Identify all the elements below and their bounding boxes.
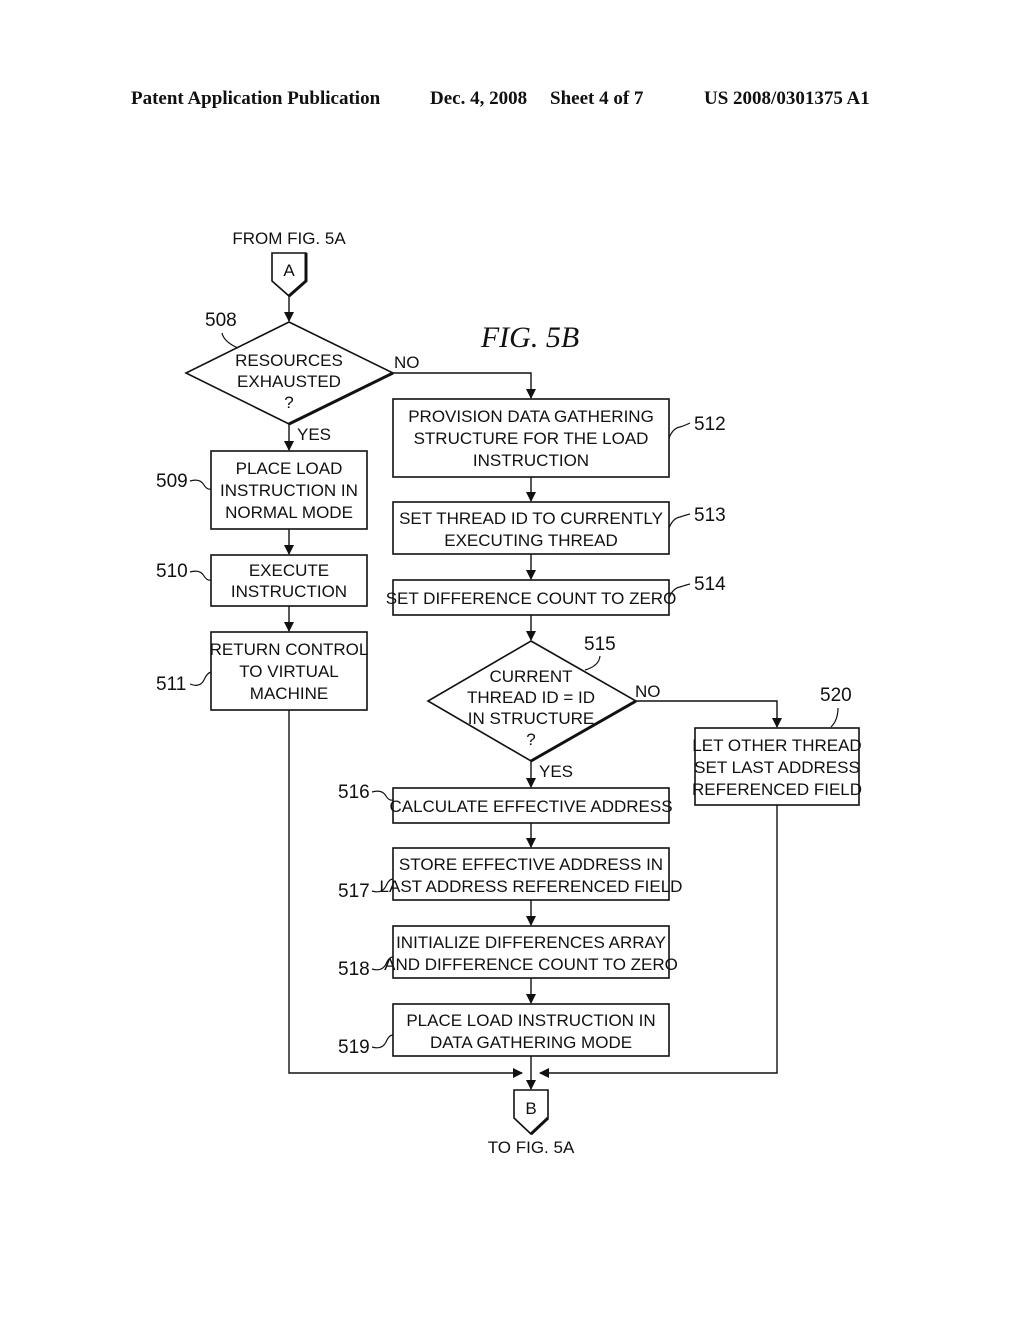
leader-519 [371,1034,394,1049]
ref-512: 512 [694,414,726,435]
ref-515: 515 [584,634,616,655]
svg-text:LAST ADDRESS REFERENCED FIELD: LAST ADDRESS REFERENCED FIELD [380,877,683,896]
svg-text:SET THREAD ID TO CURRENTLY: SET THREAD ID TO CURRENTLY [399,509,663,528]
ref-518: 518 [338,959,370,980]
svg-text:SET DIFFERENCE COUNT TO ZERO: SET DIFFERENCE COUNT TO ZERO [386,589,677,608]
svg-text:INITIALIZE DIFFERENCES ARRAY: INITIALIZE DIFFERENCES ARRAY [396,933,666,952]
svg-text:REFERENCED FIELD: REFERENCED FIELD [692,780,862,799]
ref-514: 514 [694,574,726,595]
svg-text:?: ? [526,730,535,749]
svg-text:CALCULATE EFFECTIVE ADDRESS: CALCULATE EFFECTIVE ADDRESS [389,797,672,816]
svg-text:INSTRUCTION IN: INSTRUCTION IN [220,481,358,500]
d508-yes-label: YES [297,425,331,444]
d508-no-label: NO [394,353,420,372]
svg-text:THREAD ID = ID: THREAD ID = ID [467,688,595,707]
svg-text:EXECUTING THREAD: EXECUTING THREAD [444,531,618,550]
step-514: SET DIFFERENCE COUNT TO ZERO [386,579,677,616]
step-513: SET THREAD ID TO CURRENTLY EXECUTING THR… [392,501,670,555]
svg-text:STRUCTURE FOR THE LOAD: STRUCTURE FOR THE LOAD [414,429,649,448]
step-511: RETURN CONTROL TO VIRTUAL MACHINE [210,631,369,711]
arrow-508-no [393,372,536,399]
svg-text:EXHAUSTED: EXHAUSTED [237,372,341,391]
ref-520: 520 [820,685,852,706]
svg-text:STORE EFFECTIVE ADDRESS IN: STORE EFFECTIVE ADDRESS IN [399,855,663,874]
connector-a-letter: A [283,261,295,280]
step-520: LET OTHER THREAD SET LAST ADDRESS REFERE… [692,727,862,806]
step-518: INITIALIZE DIFFERENCES ARRAY AND DIFFERE… [384,925,678,979]
ref-519: 519 [338,1037,370,1058]
step-510: EXECUTE INSTRUCTION [210,554,368,607]
leader-515 [584,655,601,671]
step-512: PROVISION DATA GATHERING STRUCTURE FOR T… [392,398,670,478]
ref-513: 513 [694,505,726,526]
svg-text:TO VIRTUAL: TO VIRTUAL [239,662,339,681]
ref-510: 510 [156,561,188,582]
leader-520 [830,707,839,728]
svg-text:IN STRUCTURE: IN STRUCTURE [468,709,595,728]
svg-text:PLACE LOAD: PLACE LOAD [236,459,343,478]
svg-text:MACHINE: MACHINE [250,684,328,703]
svg-text:NORMAL MODE: NORMAL MODE [225,503,353,522]
ref-509: 509 [156,471,188,492]
leader-511 [189,671,212,686]
connector-a: A [271,252,308,298]
svg-text:LET OTHER THREAD: LET OTHER THREAD [692,736,861,755]
arrow-515-no [636,700,782,728]
svg-text:INSTRUCTION: INSTRUCTION [473,451,589,470]
svg-text:AND DIFFERENCE COUNT TO ZERO: AND DIFFERENCE COUNT TO ZERO [384,955,678,974]
leader-510 [189,570,212,581]
ref-516: 516 [338,782,370,803]
svg-text:RESOURCES: RESOURCES [235,351,343,370]
leader-513 [668,513,691,529]
ref-508: 508 [205,310,237,331]
svg-text:DATA GATHERING MODE: DATA GATHERING MODE [430,1033,632,1052]
decision-515: CURRENT THREAD ID = ID IN STRUCTURE ? [426,640,638,763]
ref-517: 517 [338,881,370,902]
svg-text:INSTRUCTION: INSTRUCTION [231,582,347,601]
svg-text:?: ? [284,393,293,412]
svg-text:PLACE LOAD INSTRUCTION IN: PLACE LOAD INSTRUCTION IN [406,1011,655,1030]
d515-yes-label: YES [539,762,573,781]
step-516: CALCULATE EFFECTIVE ADDRESS [389,787,673,824]
leader-509 [189,479,212,490]
step-519: PLACE LOAD INSTRUCTION IN DATA GATHERING… [392,1003,670,1057]
leader-512 [668,422,691,439]
svg-text:PROVISION DATA GATHERING: PROVISION DATA GATHERING [408,407,654,426]
d515-no-label: NO [635,682,661,701]
step-509: PLACE LOAD INSTRUCTION IN NORMAL MODE [210,450,368,530]
svg-text:CURRENT: CURRENT [489,667,572,686]
leader-508 [221,332,239,349]
svg-text:EXECUTE: EXECUTE [249,561,329,580]
step-517: STORE EFFECTIVE ADDRESS IN LAST ADDRESS … [380,847,683,901]
from-fig-label: FROM FIG. 5A [232,229,346,248]
connector-b-letter: B [525,1099,536,1118]
connector-b: B [513,1089,550,1136]
svg-text:SET LAST ADDRESS: SET LAST ADDRESS [694,758,860,777]
figure-title: FIG. 5B [480,321,579,354]
to-fig-label: TO FIG. 5A [488,1138,575,1157]
flowchart: FIG. 5B FROM FIG. 5A A RESOURCES EXHAUST… [156,229,862,1157]
decision-508: RESOURCES EXHAUSTED ? [184,321,395,426]
ref-511: 511 [156,674,186,695]
svg-text:RETURN CONTROL: RETURN CONTROL [210,640,369,659]
